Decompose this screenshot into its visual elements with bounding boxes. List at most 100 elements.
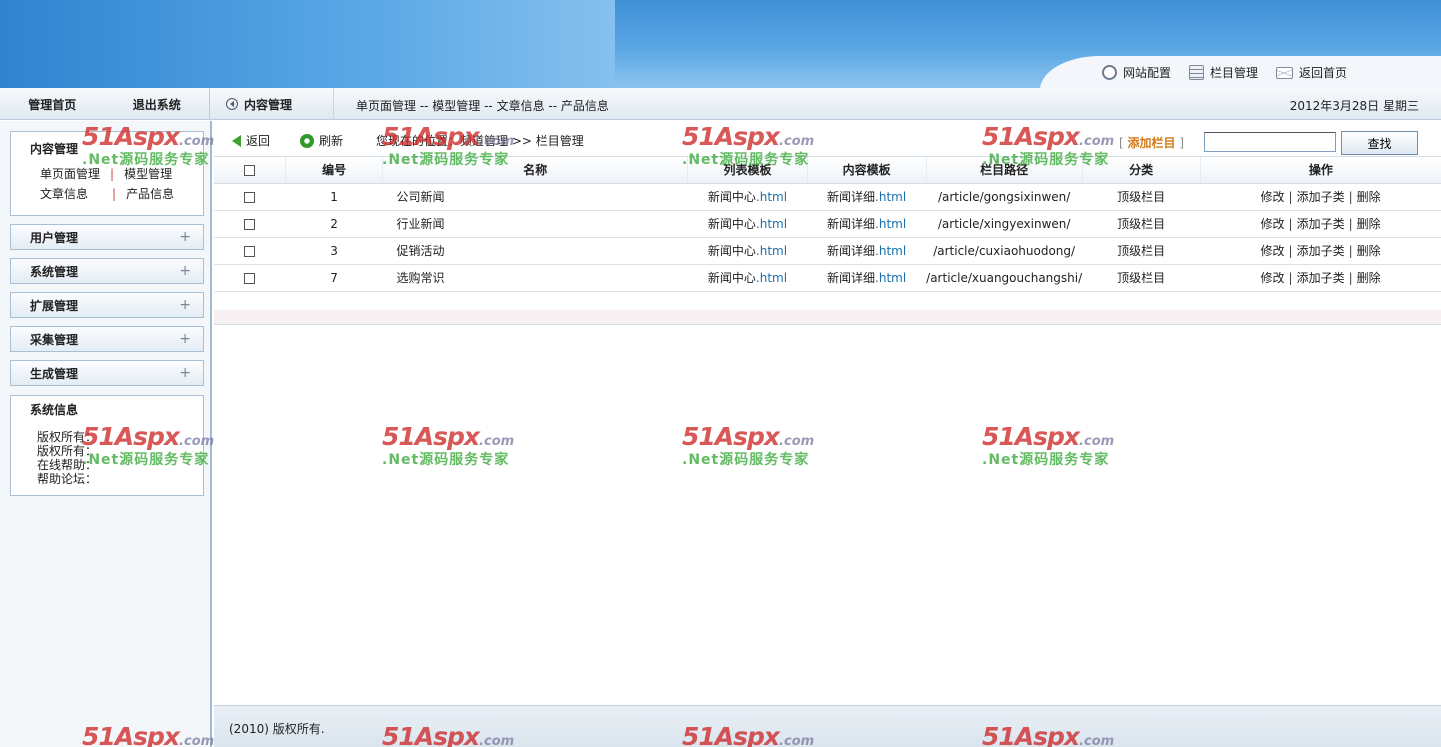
select-all-checkbox[interactable] — [244, 164, 256, 176]
current-date: 2012年3月28日 星期三 — [1289, 99, 1419, 113]
cell-name: 选购常识 — [382, 264, 688, 292]
col-header-category: 分类 — [1081, 157, 1201, 184]
table-header: 编号 名称 列表模板 内容模板 栏目路径 分类 操作 — [214, 157, 1441, 184]
cell-list-template: 新闻中心.html — [687, 237, 808, 265]
toolbar: 返回 刷新 您现在的位置：频道管理 >> 栏目管理 [ 添加栏目 ] 查找 — [214, 121, 1441, 157]
cell-name: 促销活动 — [382, 237, 688, 265]
expand-plus-icon: + — [179, 365, 191, 381]
sidebar-link-product[interactable]: 产品信息 — [126, 187, 174, 201]
expand-plus-icon: + — [179, 229, 191, 245]
sidebar-link-model[interactable]: 模型管理 — [124, 167, 172, 181]
search-button[interactable]: 查找 — [1341, 131, 1418, 155]
logout-link[interactable]: 退出系统 — [133, 96, 181, 113]
edit-link[interactable]: 修改 — [1261, 190, 1285, 204]
gear-icon — [1101, 65, 1117, 80]
menu-label: 系统管理 — [30, 264, 79, 279]
location-text: 您现在的位置：频道管理 >> 栏目管理 — [376, 134, 584, 148]
link-separator: | — [110, 167, 115, 181]
op-separator: | — [1348, 271, 1353, 285]
expand-plus-icon: + — [179, 297, 191, 313]
cell-name: 行业新闻 — [382, 210, 688, 238]
sidebar-menu-system[interactable]: 系统管理 + — [10, 258, 204, 284]
row-checkbox[interactable] — [244, 218, 256, 230]
table-footer-row — [214, 292, 1441, 325]
bracket-open: [ — [1119, 136, 1124, 150]
cell-content-template: 新闻详细.html — [807, 183, 927, 211]
op-separator: | — [1288, 217, 1293, 231]
admin-nav: 管理首页 退出系统 — [0, 88, 210, 120]
delete-link[interactable]: 删除 — [1357, 217, 1381, 231]
main-content: 返回 刷新 您现在的位置：频道管理 >> 栏目管理 [ 添加栏目 ] 查找 编号… — [214, 121, 1441, 705]
cell-list-template: 新闻中心.html — [687, 264, 808, 292]
cell-id: 2 — [285, 210, 383, 238]
menu-label: 采集管理 — [30, 332, 79, 347]
site-config-label: 网站配置 — [1122, 66, 1171, 80]
template-ext: .html — [875, 190, 907, 204]
section-tab-label: 内容管理 — [244, 97, 293, 112]
col-header-operations: 操作 — [1199, 157, 1441, 184]
row-checkbox[interactable] — [244, 272, 256, 284]
back-button[interactable]: 返回 — [232, 132, 270, 149]
top-links: 网站配置 栏目管理 返回首页 — [1101, 64, 1347, 81]
add-subcategory-link[interactable]: 添加子类 — [1297, 190, 1345, 204]
edit-link[interactable]: 修改 — [1261, 271, 1285, 285]
refresh-button[interactable]: 刷新 — [300, 132, 343, 149]
menu-label: 扩展管理 — [30, 298, 79, 313]
expand-plus-icon: + — [179, 331, 191, 347]
edit-link[interactable]: 修改 — [1261, 244, 1285, 258]
content-links: 单页面管理 | 模型管理 文章信息 | 产品信息 — [11, 156, 203, 204]
sidebar-link-article[interactable]: 文章信息 — [40, 187, 88, 201]
add-category-link[interactable]: 添加栏目 — [1128, 136, 1176, 150]
delete-link[interactable]: 删除 — [1357, 190, 1381, 204]
cell-path: /article/xuangouchangshi/ — [926, 264, 1083, 292]
sidebar-menu-collect[interactable]: 采集管理 + — [10, 326, 204, 352]
row-checkbox[interactable] — [244, 191, 256, 203]
system-info-title: 系统信息 — [30, 403, 79, 417]
sidebar: 内容管理 单页面管理 | 模型管理 文章信息 | 产品信息 用户管理 + 系统管理 + … — [0, 121, 212, 747]
template-ext: .html — [755, 217, 788, 231]
breadcrumb[interactable]: 单页面管理 -- 模型管理 -- 文章信息 -- 产品信息 — [356, 97, 609, 114]
add-subcategory-link[interactable]: 添加子类 — [1297, 271, 1345, 285]
table-row: 1 公司新闻 新闻中心.html 新闻详细.html /article/gong… — [214, 183, 1441, 211]
home-link[interactable]: 返回首页 — [1275, 64, 1347, 81]
template-name: 新闻详细 — [827, 217, 876, 231]
sidebar-menu-extension[interactable]: 扩展管理 + — [10, 292, 204, 318]
row-checkbox[interactable] — [244, 245, 256, 257]
sidebar-menu-generate[interactable]: 生成管理 + — [10, 360, 204, 386]
site-config-link[interactable]: 网站配置 — [1101, 64, 1171, 81]
table-row: 2 行业新闻 新闻中心.html 新闻详细.html /article/xing… — [214, 210, 1441, 238]
cell-operations: 修改 | 添加子类 | 删除 — [1200, 210, 1441, 238]
column-manage-link[interactable]: 栏目管理 — [1188, 64, 1258, 81]
col-header-id: 编号 — [285, 157, 383, 184]
info-line: 版权所有： — [37, 430, 98, 444]
menu-label: 用户管理 — [30, 230, 79, 245]
cell-id: 7 — [285, 264, 383, 292]
back-arrow-icon — [232, 134, 241, 147]
cell-content-template: 新闻详细.html — [807, 264, 927, 292]
edit-link[interactable]: 修改 — [1261, 217, 1285, 231]
sidebar-menu-users[interactable]: 用户管理 + — [10, 224, 204, 250]
section-tab-content[interactable]: 内容管理 — [214, 88, 334, 120]
admin-home-link[interactable]: 管理首页 — [28, 96, 76, 113]
cell-path: /article/cuxiaohuodong/ — [926, 237, 1083, 265]
template-name: 新闻详细 — [827, 271, 876, 285]
template-name: 新闻中心 — [707, 244, 756, 258]
cell-operations: 修改 | 添加子类 | 删除 — [1200, 237, 1441, 265]
cell-id: 3 — [285, 237, 383, 265]
delete-link[interactable]: 删除 — [1357, 271, 1381, 285]
info-line: 版权所有： — [37, 444, 98, 458]
delete-link[interactable]: 删除 — [1357, 244, 1381, 258]
row-checkbox-cell — [214, 183, 286, 211]
top-banner: 网站配置 栏目管理 返回首页 — [0, 0, 1441, 88]
op-separator: | — [1348, 190, 1353, 204]
template-ext: .html — [875, 244, 907, 258]
search-input[interactable] — [1204, 132, 1336, 152]
add-subcategory-link[interactable]: 添加子类 — [1297, 217, 1345, 231]
template-ext: .html — [755, 190, 788, 204]
add-subcategory-link[interactable]: 添加子类 — [1297, 244, 1345, 258]
sub-header: 管理首页 退出系统 内容管理 单页面管理 -- 模型管理 -- 文章信息 -- … — [0, 88, 1441, 120]
sidebar-link-single-page[interactable]: 单页面管理 — [40, 167, 100, 181]
op-separator: | — [1288, 271, 1293, 285]
add-category: [ 添加栏目 ] — [1119, 134, 1184, 151]
info-line: 帮助论坛： — [37, 472, 98, 486]
